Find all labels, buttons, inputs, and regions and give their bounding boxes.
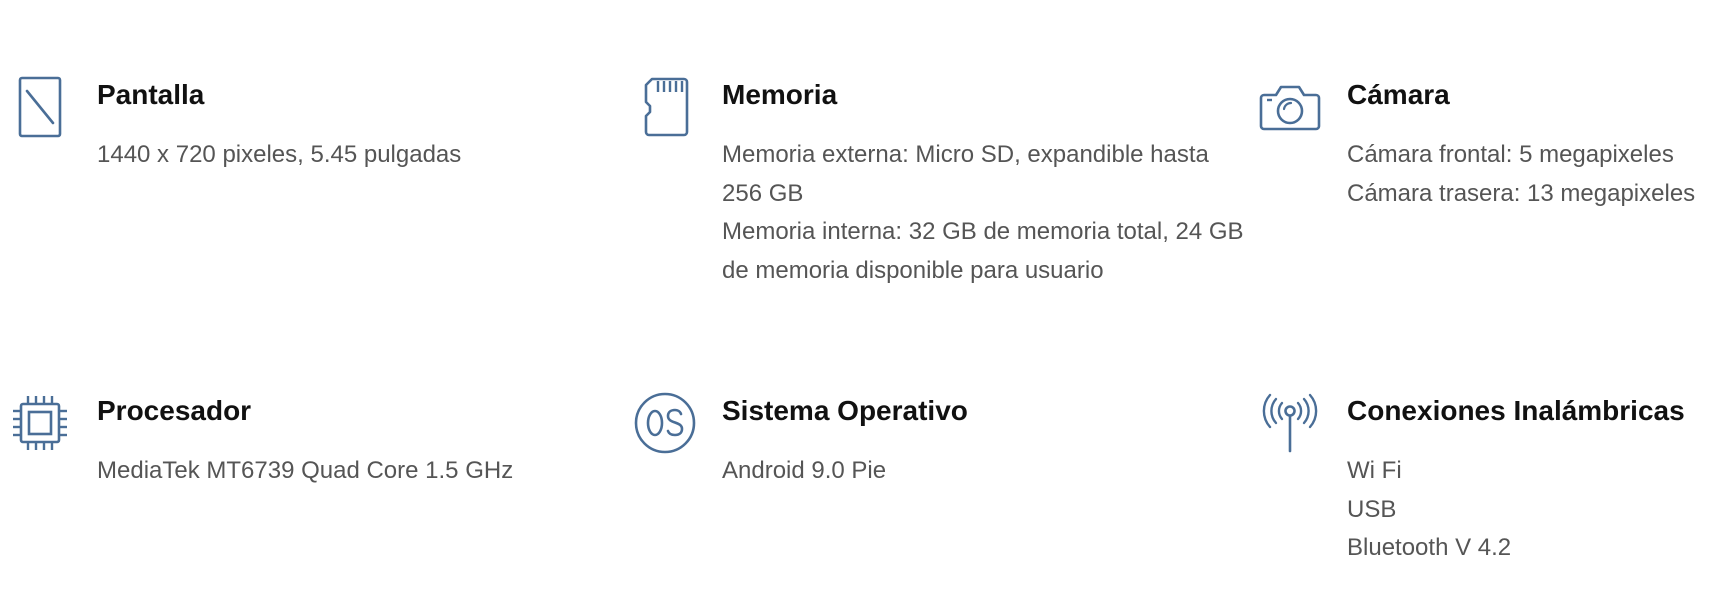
spec-title: Pantalla <box>97 79 205 110</box>
spec-line: Cámara trasera: 13 megapixeles <box>1347 179 1696 207</box>
spec-line: USB <box>1347 495 1397 523</box>
processor-chip-icon <box>5 388 75 458</box>
spec-line: Cámara frontal: 5 megapixeles <box>1347 141 1674 168</box>
spec-title: Memoria <box>722 79 838 110</box>
wireless-antenna-icon <box>1255 388 1325 458</box>
os-icon <box>630 388 700 458</box>
spec-lines: Wi Fi USB Bluetooth V 4.2 <box>1347 452 1709 568</box>
spec-lines: 1440 x 720 pixeles, 5.45 pulgadas <box>97 136 597 175</box>
spec-line: Memoria externa: Micro SD, expandible ha… <box>722 141 1209 207</box>
spec-text: Pantalla 1440 x 720 pixeles, 5.45 pulgad… <box>97 72 597 175</box>
camera-icon <box>1255 72 1325 142</box>
spec-text: Procesador MediaTek MT6739 Quad Core 1.5… <box>97 388 597 491</box>
spec-title: Cámara <box>1347 79 1450 110</box>
spec-text: Conexiones Inalámbricas Wi Fi USB Blueto… <box>1347 388 1709 568</box>
spec-item-pantalla: Pantalla 1440 x 720 pixeles, 5.45 pulgad… <box>5 72 597 175</box>
spec-lines: MediaTek MT6739 Quad Core 1.5 GHz <box>97 452 597 491</box>
spec-text: Cámara Cámara frontal: 5 megapixeles Cám… <box>1347 72 1709 213</box>
spec-item-conexiones: Conexiones Inalámbricas Wi Fi USB Blueto… <box>1255 388 1709 568</box>
spec-item-procesador: Procesador MediaTek MT6739 Quad Core 1.5… <box>5 388 597 491</box>
spec-line: Wi Fi <box>1347 457 1402 484</box>
spec-line: MediaTek MT6739 Quad Core 1.5 GHz <box>97 457 514 484</box>
spec-line: Android 9.0 Pie <box>722 457 887 484</box>
spec-title: Procesador <box>97 395 252 426</box>
spec-text: Memoria Memoria externa: Micro SD, expan… <box>722 72 1247 290</box>
screen-icon <box>5 72 75 142</box>
spec-line: Memoria interna: 32 GB de memoria total,… <box>722 218 1244 284</box>
spec-lines: Cámara frontal: 5 megapixeles Cámara tra… <box>1347 136 1709 213</box>
spec-lines: Android 9.0 Pie <box>722 452 1247 491</box>
spec-text: Sistema Operativo Android 9.0 Pie <box>722 388 1247 491</box>
spec-lines: Memoria externa: Micro SD, expandible ha… <box>722 136 1247 290</box>
spec-item-sistema-operativo: Sistema Operativo Android 9.0 Pie <box>630 388 1247 491</box>
spec-item-camara: Cámara Cámara frontal: 5 megapixeles Cám… <box>1255 72 1709 213</box>
spec-item-memoria: Memoria Memoria externa: Micro SD, expan… <box>630 72 1247 290</box>
spec-title: Conexiones Inalámbricas <box>1347 395 1685 426</box>
sd-card-icon <box>630 72 700 142</box>
specs-grid: Pantalla 1440 x 720 pixeles, 5.45 pulgad… <box>0 0 1711 607</box>
spec-line: Bluetooth V 4.2 <box>1347 534 1512 561</box>
spec-title: Sistema Operativo <box>722 395 968 426</box>
spec-line: 1440 x 720 pixeles, 5.45 pulgadas <box>97 141 462 168</box>
